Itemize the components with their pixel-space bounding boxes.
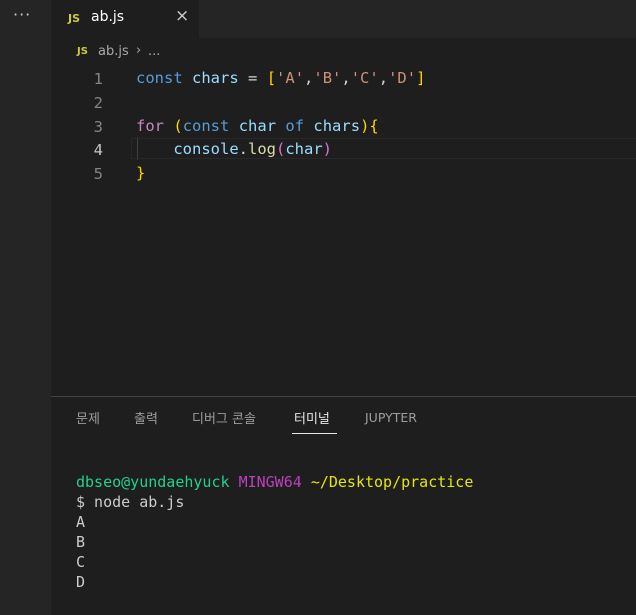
prompt-path: ~/Desktop/practice [310, 473, 474, 491]
tab-terminal[interactable]: 터미널 [294, 408, 330, 427]
active-tab-indicator [292, 433, 337, 434]
prompt-host: MINGW64 [238, 473, 302, 491]
javascript-file-icon: JS [68, 12, 81, 25]
code-text: } [136, 164, 146, 182]
tab-jupyter[interactable]: JUPYTER [365, 410, 417, 425]
line-number: 5 [93, 165, 103, 183]
tab-label: ab.js [91, 9, 125, 25]
terminal-output-line: C [76, 553, 86, 571]
tab-debug-console[interactable]: 디버그 콘솔 [192, 408, 256, 427]
breadcrumb-symbol[interactable]: ... [148, 44, 160, 59]
line-number: 2 [93, 94, 103, 112]
code-line: 5 } [51, 162, 636, 185]
code-line: 2 [51, 91, 636, 114]
tab-output[interactable]: 출력 [134, 408, 158, 427]
terminal-output-line: B [76, 533, 86, 551]
line-number: 4 [93, 141, 103, 159]
code-text: const chars = ['A','B','C','D'] [136, 69, 426, 87]
terminal-command: $ node ab.js [76, 493, 185, 511]
code-text: console.log(char) [173, 140, 333, 158]
line-number: 1 [93, 70, 103, 88]
terminal-output[interactable]: dbseo@yundaehyuck MINGW64 ~/Desktop/prac… [76, 472, 473, 592]
activity-bar: ··· [0, 0, 51, 615]
code-line-current: 4 console.log(char) [51, 138, 636, 161]
code-line: 1 const chars = ['A','B','C','D'] [51, 67, 636, 90]
breadcrumb-file[interactable]: ab.js [98, 44, 129, 59]
terminal-output-line: A [76, 513, 86, 531]
code-line: 3 for (const char of chars){ [51, 115, 636, 138]
bottom-panel: 문제 출력 디버그 콘솔 터미널 JUPYTER dbseo@yundaehyu… [51, 397, 636, 615]
close-tab-icon[interactable]: × [175, 6, 189, 26]
more-actions-icon[interactable]: ··· [13, 5, 31, 24]
prompt-user: dbseo@yundaehyuck [76, 473, 230, 491]
code-text: for (const char of chars){ [136, 117, 379, 135]
code-editor[interactable]: 1 const chars = ['A','B','C','D'] 2 3 fo… [51, 66, 636, 396]
editor-tab-bar: JS ab.js × [51, 0, 636, 38]
line-number: 3 [93, 118, 103, 136]
tab-ab-js[interactable]: JS ab.js × [51, 0, 199, 38]
terminal-prompt: dbseo@yundaehyuck MINGW64 ~/Desktop/prac… [76, 472, 473, 492]
breadcrumb-javascript-file-icon: JS [77, 46, 88, 57]
breadcrumb-chevron-icon: › [136, 43, 142, 58]
breadcrumb: JS ab.js › ... [51, 38, 636, 66]
terminal-output-line: D [76, 573, 86, 591]
tab-problems[interactable]: 문제 [76, 408, 100, 427]
